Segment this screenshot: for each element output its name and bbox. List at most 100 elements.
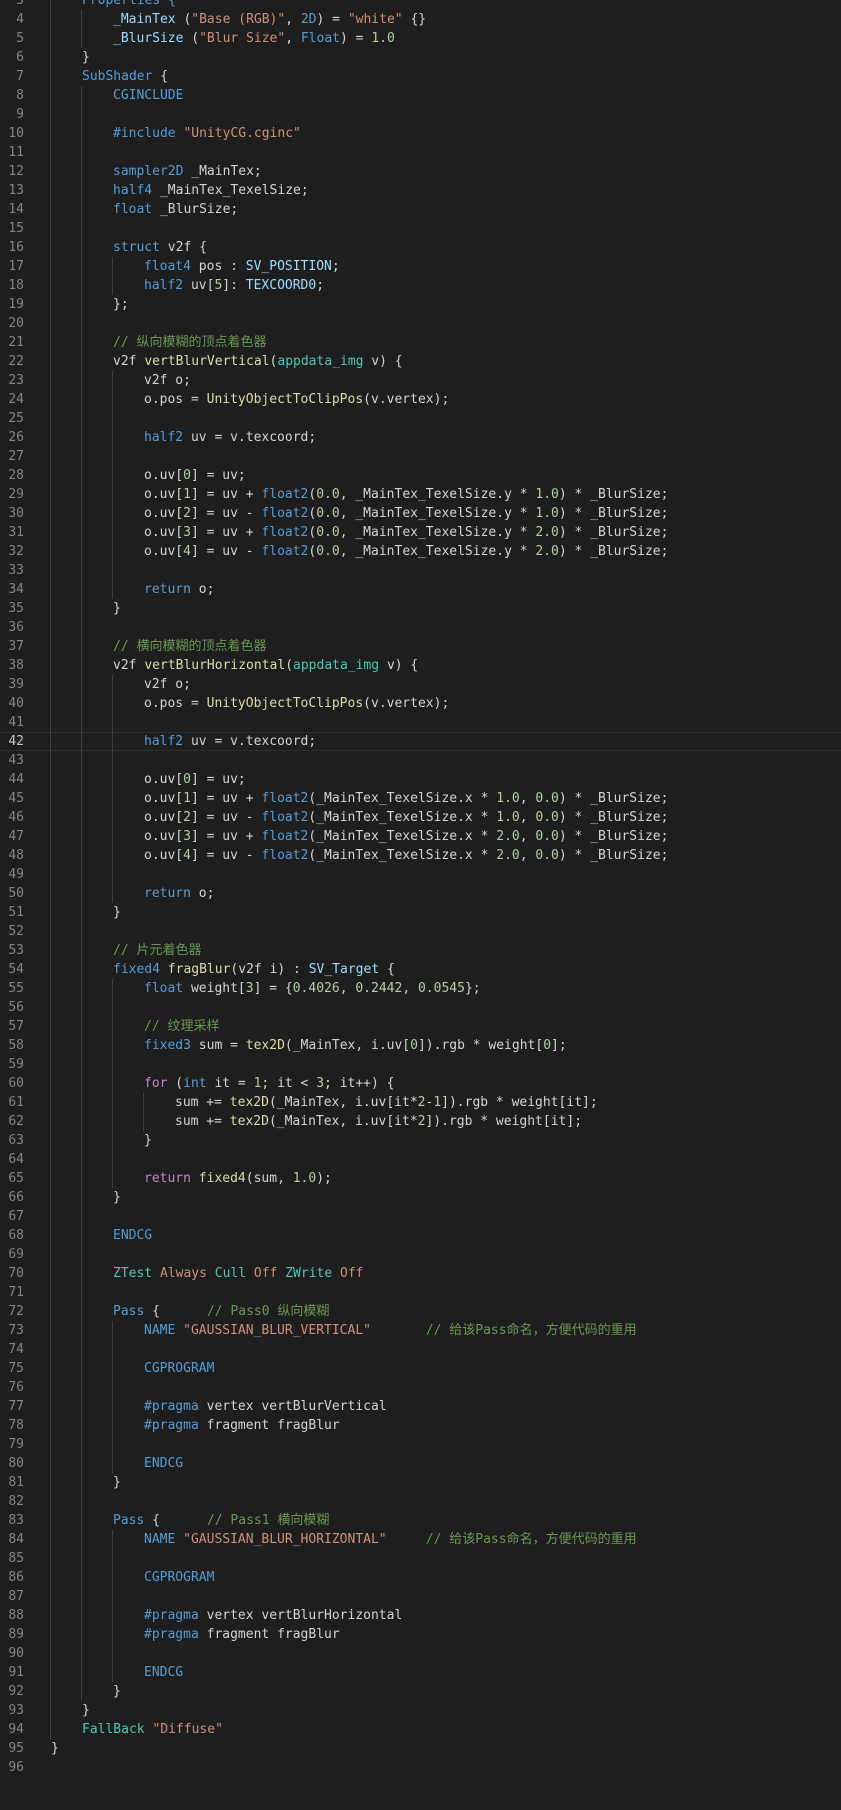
code-line-6[interactable]: 6}	[0, 48, 841, 67]
code-line-71[interactable]: 71	[0, 1283, 841, 1302]
line-number: 5	[16, 31, 24, 46]
code-line-55[interactable]: 55 float weight[3] = {0.4026, 0.2442, 0.0…	[0, 979, 841, 998]
code-line-54[interactable]: 54 fixed4 fragBlur(v2f i) : SV_Target {	[0, 960, 841, 979]
code-line-85[interactable]: 85	[0, 1549, 841, 1568]
code-line-76[interactable]: 76	[0, 1378, 841, 1397]
code-line-80[interactable]: 80 ENDCG	[0, 1454, 841, 1473]
code-line-21[interactable]: 21 // 纵向模糊的顶点着色器	[0, 333, 841, 352]
code-line-81[interactable]: 81}	[0, 1473, 841, 1492]
code-line-94[interactable]: 94 FallBack "Diffuse"	[0, 1720, 841, 1739]
code-line-79[interactable]: 79	[0, 1435, 841, 1454]
code-line-36[interactable]: 36	[0, 618, 841, 637]
code-line-38[interactable]: 38 v2f vertBlurHorizontal(appdata_img v) …	[0, 656, 841, 675]
code-text: #pragma fragment fragBlur	[144, 1416, 340, 1435]
code-line-48[interactable]: 48 o.uv[4] = uv - float2(_MainTex_TexelSi…	[0, 846, 841, 865]
code-line-88[interactable]: 88 #pragma vertex vertBlurHorizontal	[0, 1606, 841, 1625]
code-line-86[interactable]: 86 CGPROGRAM	[0, 1568, 841, 1587]
code-line-41[interactable]: 41	[0, 713, 841, 732]
code-line-66[interactable]: 66}	[0, 1188, 841, 1207]
code-line-23[interactable]: 23 v2f o;	[0, 371, 841, 390]
code-line-56[interactable]: 56	[0, 998, 841, 1017]
code-line-47[interactable]: 47 o.uv[3] = uv + float2(_MainTex_TexelSi…	[0, 827, 841, 846]
code-line-83[interactable]: 83 Pass { // Pass1 横向模糊	[0, 1511, 841, 1530]
code-line-31[interactable]: 31 o.uv[3] = uv + float2(0.0, _MainTex_Te…	[0, 523, 841, 542]
code-line-60[interactable]: 60 for (int it = 1; it < 3; it++) {	[0, 1074, 841, 1093]
code-line-50[interactable]: 50 return o;	[0, 884, 841, 903]
code-line-87[interactable]: 87	[0, 1587, 841, 1606]
code-line-32[interactable]: 32 o.uv[4] = uv - float2(0.0, _MainTex_Te…	[0, 542, 841, 561]
code-line-52[interactable]: 52	[0, 922, 841, 941]
code-line-77[interactable]: 77 #pragma vertex vertBlurVertical	[0, 1397, 841, 1416]
code-line-37[interactable]: 37 // 横向模糊的顶点着色器	[0, 637, 841, 656]
code-line-20[interactable]: 20	[0, 314, 841, 333]
code-line-29[interactable]: 29 o.uv[1] = uv + float2(0.0, _MainTex_Te…	[0, 485, 841, 504]
code-line-43[interactable]: 43	[0, 751, 841, 770]
code-line-59[interactable]: 59	[0, 1055, 841, 1074]
code-line-30[interactable]: 30 o.uv[2] = uv - float2(0.0, _MainTex_Te…	[0, 504, 841, 523]
code-line-73[interactable]: 73 NAME "GAUSSIAN_BLUR_VERTICAL" // 给该Pas…	[0, 1321, 841, 1340]
code-line-92[interactable]: 92}	[0, 1682, 841, 1701]
code-line-9[interactable]: 9	[0, 105, 841, 124]
code-line-64[interactable]: 64	[0, 1150, 841, 1169]
code-line-18[interactable]: 18 half2 uv[5]: TEXCOORD0;	[0, 276, 841, 295]
code-line-42[interactable]: 42 half2 uv = v.texcoord;	[0, 732, 841, 751]
code-line-90[interactable]: 90	[0, 1644, 841, 1663]
code-line-15[interactable]: 15	[0, 219, 841, 238]
code-line-93[interactable]: 93}	[0, 1701, 841, 1720]
code-line-44[interactable]: 44 o.uv[0] = uv;	[0, 770, 841, 789]
code-line-10[interactable]: 10 #include "UnityCG.cginc"	[0, 124, 841, 143]
code-line-22[interactable]: 22 v2f vertBlurVertical(appdata_img v) {	[0, 352, 841, 371]
code-line-95[interactable]: 95}	[0, 1739, 841, 1758]
code-line-34[interactable]: 34 return o;	[0, 580, 841, 599]
code-line-67[interactable]: 67	[0, 1207, 841, 1226]
code-line-75[interactable]: 75 CGPROGRAM	[0, 1359, 841, 1378]
code-token: #pragma	[144, 1399, 199, 1414]
code-line-16[interactable]: 16 struct v2f {	[0, 238, 841, 257]
code-line-63[interactable]: 63}	[0, 1131, 841, 1150]
code-line-82[interactable]: 82	[0, 1492, 841, 1511]
code-line-7[interactable]: 7 SubShader {	[0, 67, 841, 86]
code-line-96[interactable]: 96	[0, 1758, 841, 1777]
code-line-84[interactable]: 84 NAME "GAUSSIAN_BLUR_HORIZONTAL" // 给该P…	[0, 1530, 841, 1549]
code-line-68[interactable]: 68 ENDCG	[0, 1226, 841, 1245]
code-line-4[interactable]: 4 _MainTex ("Base (RGB)", 2D) = "white" {…	[0, 10, 841, 29]
code-line-57[interactable]: 57 // 纹理采样	[0, 1017, 841, 1036]
code-line-53[interactable]: 53 // 片元着色器	[0, 941, 841, 960]
code-line-5[interactable]: 5 _BlurSize ("Blur Size", Float) = 1.0	[0, 29, 841, 48]
code-token: 0.0545	[417, 981, 465, 996]
code-line-65[interactable]: 65 return fixed4(sum, 1.0);	[0, 1169, 841, 1188]
code-editor[interactable]: 3 Properties {4 _MainTex ("Base (RGB)", 2D…	[0, 0, 841, 1810]
code-line-62[interactable]: 62 sum += tex2D(_MainTex, i.uv[it*2]).rgb…	[0, 1112, 841, 1131]
code-line-8[interactable]: 8 CGINCLUDE	[0, 86, 841, 105]
code-line-11[interactable]: 11	[0, 143, 841, 162]
code-line-27[interactable]: 27	[0, 447, 841, 466]
code-line-14[interactable]: 14 float _BlurSize;	[0, 200, 841, 219]
code-line-74[interactable]: 74	[0, 1340, 841, 1359]
code-line-35[interactable]: 35}	[0, 599, 841, 618]
code-line-78[interactable]: 78 #pragma fragment fragBlur	[0, 1416, 841, 1435]
code-line-39[interactable]: 39 v2f o;	[0, 675, 841, 694]
code-line-40[interactable]: 40 o.pos = UnityObjectToClipPos(v.vertex)…	[0, 694, 841, 713]
code-line-91[interactable]: 91 ENDCG	[0, 1663, 841, 1682]
code-line-45[interactable]: 45 o.uv[1] = uv + float2(_MainTex_TexelSi…	[0, 789, 841, 808]
code-line-33[interactable]: 33	[0, 561, 841, 580]
code-line-51[interactable]: 51}	[0, 903, 841, 922]
code-line-72[interactable]: 72 Pass { // Pass0 纵向模糊	[0, 1302, 841, 1321]
code-line-61[interactable]: 61 sum += tex2D(_MainTex, i.uv[it*2-1]).r…	[0, 1093, 841, 1112]
code-line-49[interactable]: 49	[0, 865, 841, 884]
code-line-3[interactable]: 3 Properties {	[0, 0, 841, 10]
code-line-24[interactable]: 24 o.pos = UnityObjectToClipPos(v.vertex)…	[0, 390, 841, 409]
code-line-13[interactable]: 13 half4 _MainTex_TexelSize;	[0, 181, 841, 200]
code-line-26[interactable]: 26 half2 uv = v.texcoord;	[0, 428, 841, 447]
code-line-17[interactable]: 17 float4 pos : SV_POSITION;	[0, 257, 841, 276]
code-line-70[interactable]: 70 ZTest Always Cull Off ZWrite Off	[0, 1264, 841, 1283]
code-line-28[interactable]: 28 o.uv[0] = uv;	[0, 466, 841, 485]
code-line-25[interactable]: 25	[0, 409, 841, 428]
code-line-19[interactable]: 19};	[0, 295, 841, 314]
code-token: fixed4	[198, 1171, 246, 1186]
code-line-12[interactable]: 12 sampler2D _MainTex;	[0, 162, 841, 181]
code-line-89[interactable]: 89 #pragma fragment fragBlur	[0, 1625, 841, 1644]
code-line-46[interactable]: 46 o.uv[2] = uv - float2(_MainTex_TexelSi…	[0, 808, 841, 827]
code-line-69[interactable]: 69	[0, 1245, 841, 1264]
code-line-58[interactable]: 58 fixed3 sum = tex2D(_MainTex, i.uv[0]).…	[0, 1036, 841, 1055]
